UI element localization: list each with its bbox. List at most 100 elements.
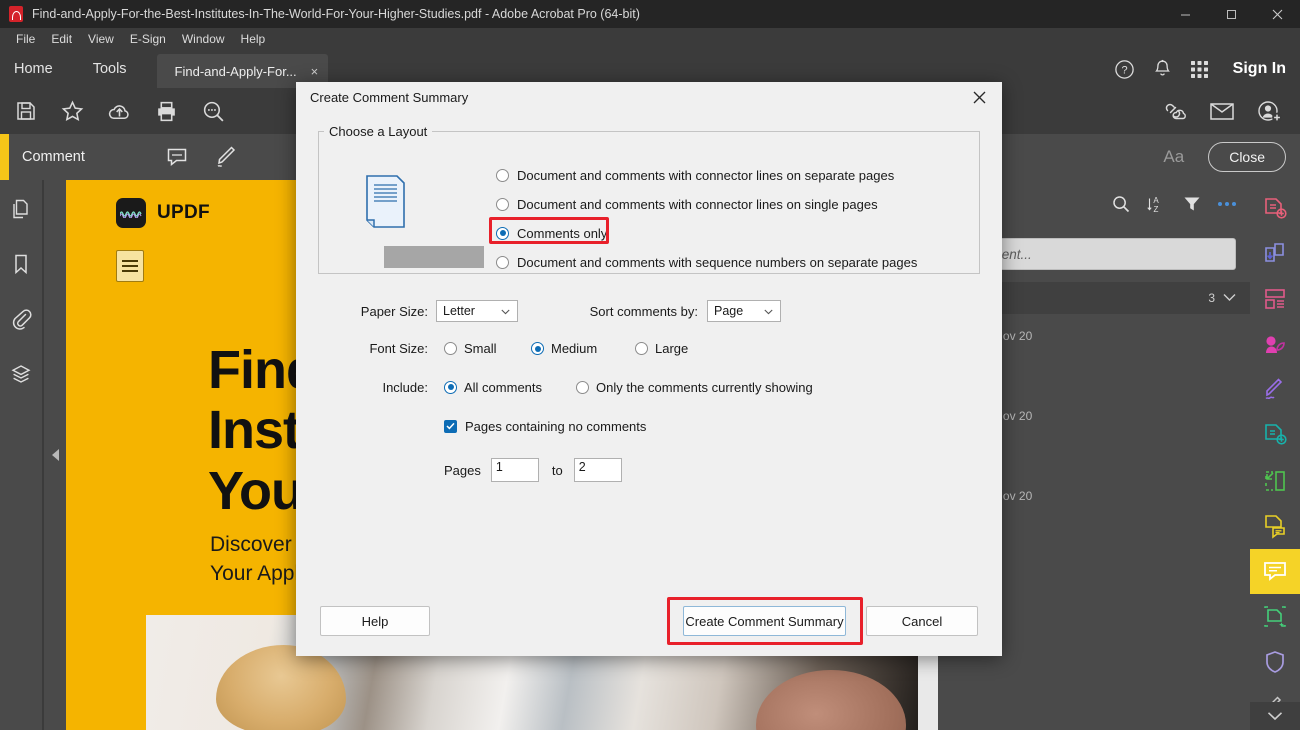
app-grid-icon[interactable] <box>1190 60 1209 79</box>
radio-button[interactable] <box>635 342 648 355</box>
layers-icon[interactable] <box>10 363 32 390</box>
pages-from-value: 1 <box>496 460 503 474</box>
edit-image-icon[interactable] <box>1250 322 1300 367</box>
dialog-close-icon[interactable] <box>964 84 994 110</box>
add-pages-icon[interactable] <box>1250 413 1300 458</box>
maximize-button[interactable] <box>1208 0 1254 28</box>
add-user-icon[interactable] <box>1257 99 1282 124</box>
export-pdf-icon[interactable] <box>1250 231 1300 276</box>
help-button[interactable]: Help <box>320 606 430 636</box>
tab-home[interactable]: Home <box>0 50 73 88</box>
include-option-all[interactable]: All comments <box>444 380 572 395</box>
dialog-form: Paper Size: Letter Sort comments by: Pag… <box>296 294 1002 493</box>
collapse-panel-arrow-icon[interactable] <box>44 180 66 730</box>
pages-no-comments-checkbox[interactable] <box>444 420 457 433</box>
font-size-option-medium[interactable]: Medium <box>531 341 627 356</box>
choose-layout-legend: Choose a Layout <box>324 124 432 139</box>
text-format-tool[interactable]: Aa <box>1163 147 1184 167</box>
pages-range-to-label: to <box>552 463 563 478</box>
layout-option-sequence-separate[interactable]: Document and comments with sequence numb… <box>496 248 946 276</box>
tab-tools[interactable]: Tools <box>73 50 147 88</box>
create-comment-summary-dialog: Create Comment Summary Choose a Layout <box>296 82 1002 656</box>
comment-toolbar-label: Comment <box>22 149 85 165</box>
comment-toolbar-right: Aa Close <box>1163 142 1300 172</box>
include-option-label: Only the comments currently showing <box>596 380 813 395</box>
paper-size-select[interactable]: Letter <box>436 300 518 322</box>
annotate-page-icon[interactable] <box>1250 503 1300 548</box>
filter-icon[interactable] <box>1183 195 1201 213</box>
title-bar: Find-and-Apply-For-the-Best-Institutes-I… <box>0 0 1300 28</box>
highlighter-icon[interactable] <box>215 145 241 169</box>
protect-icon[interactable] <box>1250 639 1300 684</box>
radio-button[interactable] <box>496 198 509 211</box>
sort-comments-select[interactable]: Page <box>707 300 781 322</box>
menu-esign[interactable]: E-Sign <box>122 30 174 48</box>
menu-file[interactable]: File <box>8 30 43 48</box>
layout-option-connector-single[interactable]: Document and comments with connector lin… <box>496 190 946 218</box>
font-size-option-small[interactable]: Small <box>444 341 524 356</box>
radio-button[interactable] <box>576 381 589 394</box>
attachment-icon[interactable] <box>10 308 32 335</box>
crop-pages-icon[interactable] <box>1250 458 1300 503</box>
sticky-note-icon[interactable] <box>165 145 189 169</box>
window-controls <box>1162 0 1300 28</box>
radio-button-selected[interactable] <box>444 381 457 394</box>
bell-icon[interactable] <box>1153 59 1172 79</box>
layout-option-label: Document and comments with connector lin… <box>517 197 878 212</box>
link-share-icon[interactable] <box>1161 99 1187 123</box>
sign-in-button[interactable]: Sign In <box>1227 60 1286 78</box>
pages-to-input[interactable]: 2 <box>574 458 622 482</box>
save-icon[interactable] <box>14 99 38 123</box>
radio-button-selected[interactable] <box>531 342 544 355</box>
close-comment-mode-button[interactable]: Close <box>1208 142 1286 172</box>
close-window-button[interactable] <box>1254 0 1300 28</box>
fill-and-sign-icon[interactable] <box>1250 367 1300 412</box>
updf-brand-text: UPDF <box>157 202 210 224</box>
star-icon[interactable] <box>60 99 85 124</box>
email-icon[interactable] <box>1209 100 1235 122</box>
pages-from-input[interactable]: 1 <box>491 458 539 482</box>
rail-more-button[interactable] <box>1250 702 1300 730</box>
enhance-scan-icon[interactable] <box>1250 594 1300 639</box>
include-option-showing[interactable]: Only the comments currently showing <box>576 380 813 395</box>
radio-button[interactable] <box>496 256 509 269</box>
layout-option-connector-separate[interactable]: Document and comments with connector lin… <box>496 161 946 189</box>
document-brand: UPDF <box>116 198 210 228</box>
page-thumbnails-icon[interactable] <box>10 198 32 225</box>
document-preview-icon <box>364 174 406 236</box>
radio-button[interactable] <box>444 342 457 355</box>
pages-to-value: 2 <box>579 460 586 474</box>
chevron-down-icon[interactable] <box>1223 289 1236 307</box>
organize-pages-icon[interactable] <box>1250 277 1300 322</box>
pages-no-comments-checkbox-group[interactable]: Pages containing no comments <box>444 419 646 434</box>
radio-button[interactable] <box>496 169 509 182</box>
bookmark-icon[interactable] <box>11 253 31 280</box>
font-size-label: Font Size: <box>296 341 428 356</box>
menu-edit[interactable]: Edit <box>43 30 80 48</box>
more-options-icon[interactable] <box>1218 202 1236 206</box>
create-pdf-icon[interactable] <box>1250 186 1300 231</box>
font-size-option-large[interactable]: Large <box>635 341 688 356</box>
pages-no-comments-row[interactable]: Pages containing no comments <box>296 405 1002 447</box>
paper-size-label: Paper Size: <box>296 304 428 319</box>
print-icon[interactable] <box>154 99 179 124</box>
comment-icon[interactable] <box>1250 549 1300 594</box>
sort-az-icon[interactable]: AZ <box>1147 195 1166 214</box>
menu-help[interactable]: Help <box>233 30 274 48</box>
search-icon[interactable] <box>1112 195 1130 213</box>
highlight-box-comments-only <box>489 217 609 244</box>
search-icon[interactable] <box>201 99 226 124</box>
toolbar-left-group <box>0 99 226 124</box>
tab-document-label: Find-and-Apply-For... <box>175 64 297 79</box>
font-size-option-label: Medium <box>551 341 597 356</box>
tab-close-icon[interactable]: × <box>311 64 319 79</box>
minimize-button[interactable] <box>1162 0 1208 28</box>
cancel-button[interactable]: Cancel <box>866 606 978 636</box>
help-icon[interactable]: ? <box>1114 59 1135 80</box>
menu-view[interactable]: View <box>80 30 122 48</box>
acrobat-logo-icon <box>9 6 23 22</box>
menu-window[interactable]: Window <box>174 30 233 48</box>
cloud-upload-icon[interactable] <box>107 99 132 124</box>
sticky-note-marker-icon[interactable] <box>116 250 144 282</box>
sort-comments-label: Sort comments by: <box>528 304 698 319</box>
